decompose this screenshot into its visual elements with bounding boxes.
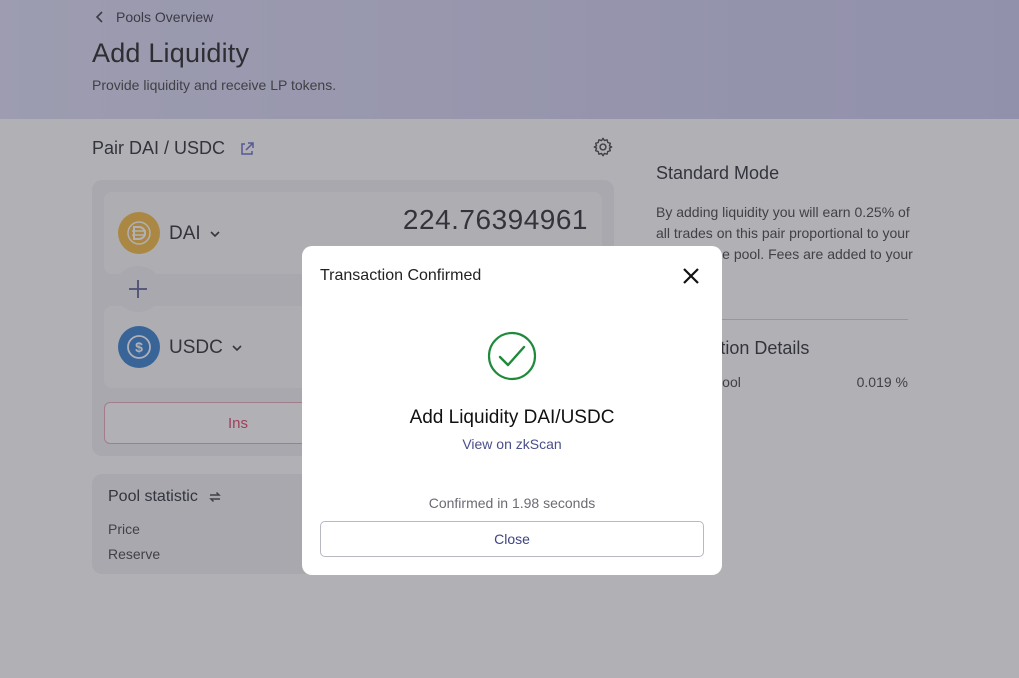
view-on-zkscan-link[interactable]: View on zkScan xyxy=(302,436,722,452)
close-icon[interactable] xyxy=(681,266,701,286)
close-button[interactable]: Close xyxy=(320,521,704,557)
success-check-icon xyxy=(487,331,537,381)
modal-title: Transaction Confirmed xyxy=(320,267,482,284)
modal-heading: Add Liquidity DAI/USDC xyxy=(409,407,615,428)
confirmation-time: Confirmed in 1.98 seconds xyxy=(428,495,596,511)
